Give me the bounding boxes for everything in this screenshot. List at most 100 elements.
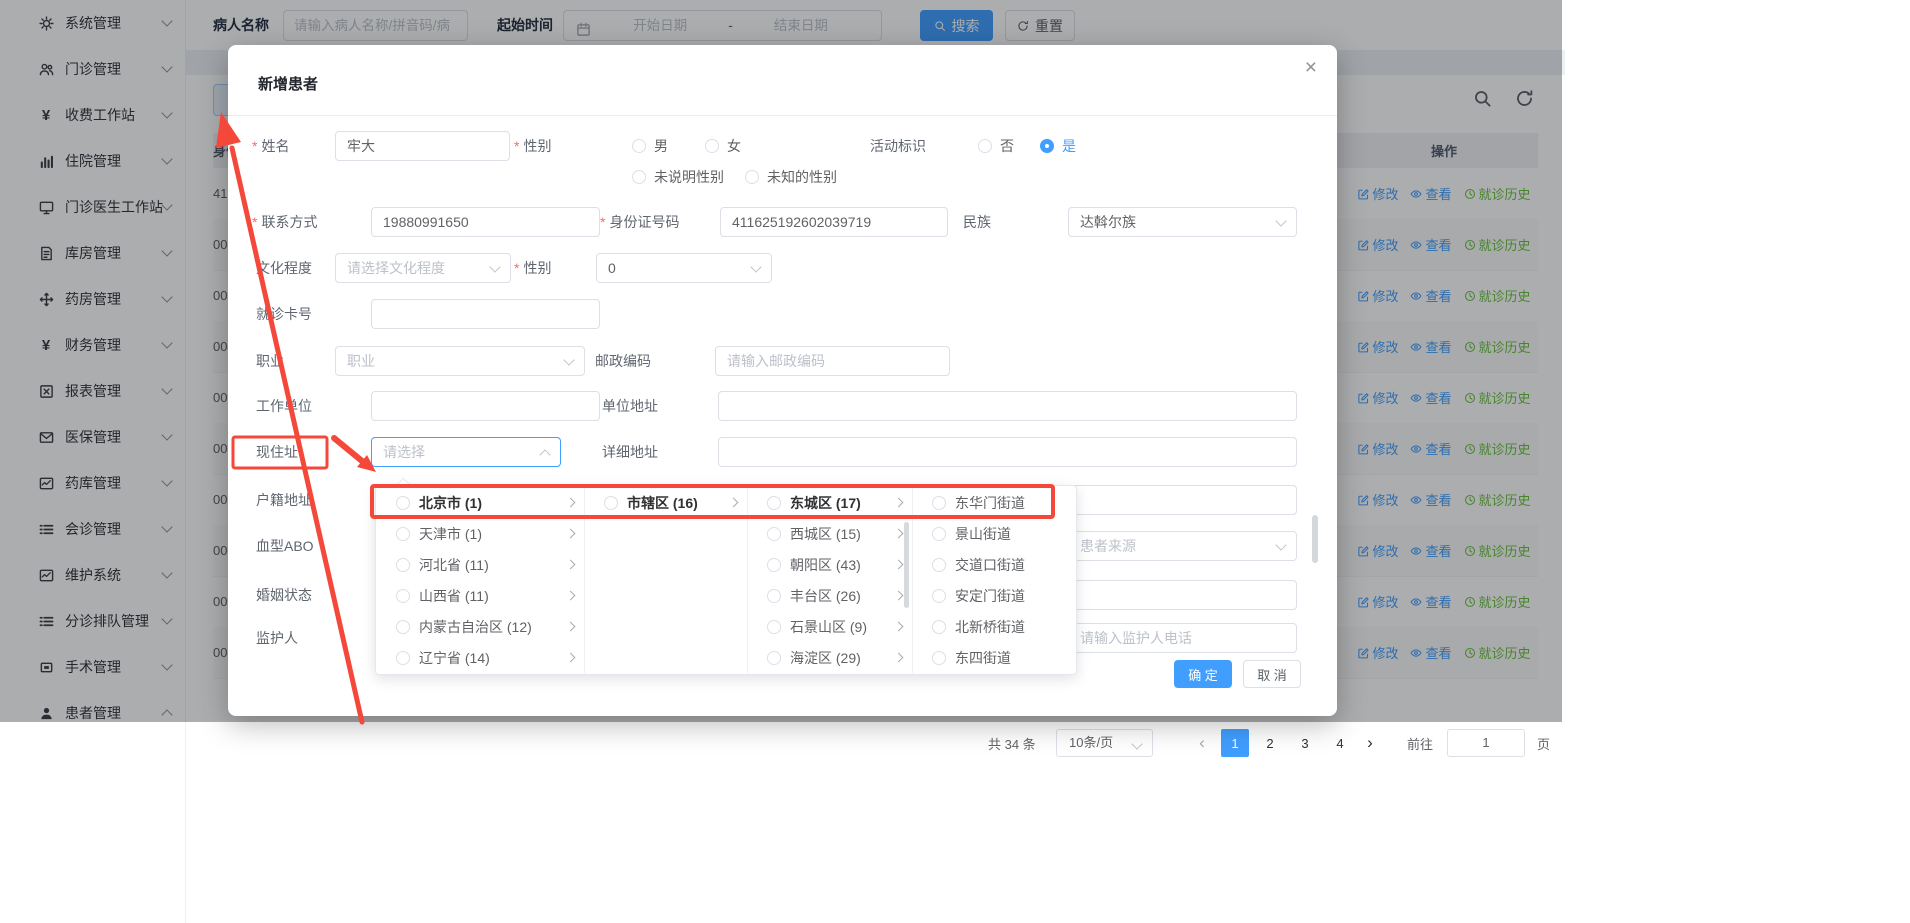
cascader-option-neimenggu[interactable]: 内蒙古自治区 (12)	[376, 611, 584, 642]
modal-title: 新增患者	[258, 73, 318, 94]
current-address-cascader[interactable]: 请选择	[371, 437, 561, 467]
patient-source-select[interactable]: 患者来源	[1068, 531, 1297, 561]
cascader-option-dongsi[interactable]: 东四街道	[912, 642, 1076, 673]
chevron-right-icon	[894, 498, 904, 508]
goto-unit: 页	[1537, 734, 1550, 753]
page-button-2[interactable]: 2	[1256, 729, 1284, 757]
address-cascader-panel: 北京市 (1) 天津市 (1) 河北省 (11) 山西省 (11) 内蒙古自治区…	[375, 485, 1077, 675]
chevron-down-icon	[1131, 738, 1142, 749]
active-flag-radio-yes[interactable]: 是	[1040, 131, 1076, 161]
gender-radio-male[interactable]: 男	[632, 131, 668, 161]
chevron-right-icon	[894, 622, 904, 632]
work-unit-label: 工作单位	[256, 391, 312, 421]
unit-address-label: 单位地址	[602, 391, 658, 421]
chevron-down-icon	[1275, 539, 1286, 550]
cascader-option-fengtai[interactable]: 丰台区 (26)	[747, 580, 912, 611]
education-label: 文化程度	[256, 253, 312, 283]
chevron-down-icon	[563, 354, 574, 365]
cascader-province-column: 北京市 (1) 天津市 (1) 河北省 (11) 山西省 (11) 内蒙古自治区…	[376, 487, 585, 673]
name-input[interactable]: 牢大	[335, 131, 510, 161]
cascader-option-chaoyang[interactable]: 朝阳区 (43)	[747, 549, 912, 580]
cascader-option-hebei[interactable]: 河北省 (11)	[376, 549, 584, 580]
guardian-label: 监护人	[256, 623, 298, 653]
gender-code-label: *性别	[514, 253, 551, 283]
cascader-district-column: 东城区 (17) 西城区 (15) 朝阳区 (43) 丰台区 (26) 石景山区…	[747, 487, 913, 673]
cascader-option-beijing[interactable]: 北京市 (1)	[376, 487, 584, 518]
name-label: *姓名	[252, 131, 289, 161]
marital-status-label: 婚姻状态	[256, 580, 312, 610]
id-number-label: *身份证号码	[600, 207, 679, 237]
add-patient-modal: 新增患者 × *姓名 牢大 *性别 男 女 活动标识 否 是 未说明性别 未知的…	[228, 45, 1337, 716]
chevron-right-icon	[566, 653, 576, 663]
household-address-label: 户籍地址	[256, 485, 312, 515]
chevron-down-icon	[489, 261, 500, 272]
chevron-right-icon	[566, 560, 576, 570]
cascader-option-xicheng[interactable]: 西城区 (15)	[747, 518, 912, 549]
detail-address-label: 详细地址	[602, 437, 658, 467]
guardian-phone-input[interactable]: 请输入监护人电话	[1068, 623, 1297, 653]
page-button-4[interactable]: 4	[1326, 729, 1354, 757]
confirm-button[interactable]: 确 定	[1174, 660, 1232, 688]
contact-input[interactable]: 19880991650	[371, 207, 600, 237]
occupation-select[interactable]: 职业	[335, 346, 585, 376]
gender-radio-unknown[interactable]: 未知的性别	[745, 162, 837, 192]
chevron-right-icon	[729, 498, 739, 508]
page-button-3[interactable]: 3	[1291, 729, 1319, 757]
cascader-option-jiaodaokou[interactable]: 交道口街道	[912, 549, 1076, 580]
cascader-option-jingshan[interactable]: 景山街道	[912, 518, 1076, 549]
cascader-option-donghuamen[interactable]: 东华门街道	[912, 487, 1076, 518]
prev-page-button[interactable]: ‹	[1190, 729, 1214, 757]
modal-scrollbar[interactable]	[1312, 515, 1318, 563]
postcode-label: 邮政编码	[595, 346, 651, 376]
blood-abo-label: 血型ABO	[256, 531, 314, 561]
gender-radio-unstated[interactable]: 未说明性别	[632, 162, 724, 192]
cascader-option-andingmen[interactable]: 安定门街道	[912, 580, 1076, 611]
chevron-right-icon	[894, 591, 904, 601]
gender-code-select[interactable]: 0	[596, 253, 772, 283]
cascader-street-column: 东华门街道 景山街道 交道口街道 安定门街道 北新桥街道 东四街道	[912, 487, 1076, 673]
pagination-total: 共 34 条	[988, 734, 1036, 753]
goto-label: 前往	[1407, 734, 1433, 753]
cascader-option-dongcheng[interactable]: 东城区 (17)	[747, 487, 912, 518]
ethnicity-select[interactable]: 达斡尔族	[1068, 207, 1297, 237]
contact-label: *联系方式	[252, 207, 317, 237]
chevron-right-icon	[566, 529, 576, 539]
chevron-down-icon	[1275, 215, 1286, 226]
next-page-button[interactable]: ›	[1358, 729, 1382, 757]
current-address-label: 现住址	[256, 437, 298, 467]
active-flag-label: 活动标识	[870, 131, 926, 161]
cascader-option-shanxi[interactable]: 山西省 (11)	[376, 580, 584, 611]
gender-label: *性别	[514, 131, 551, 161]
page-button-1[interactable]: 1	[1221, 729, 1249, 757]
chevron-right-icon	[566, 591, 576, 601]
education-select[interactable]: 请选择文化程度	[335, 253, 511, 283]
cancel-button[interactable]: 取 消	[1243, 660, 1301, 688]
id-number-input[interactable]: 411625192602039719	[720, 207, 948, 237]
cascader-city-column: 市辖区 (16)	[584, 487, 748, 673]
unit-address-input[interactable]	[718, 391, 1297, 421]
goto-page-input[interactable]: 1	[1447, 729, 1525, 757]
close-icon[interactable]: ×	[1305, 57, 1317, 78]
gender-radio-female[interactable]: 女	[705, 131, 741, 161]
work-unit-input[interactable]	[371, 391, 600, 421]
cascader-option-shixiaqu[interactable]: 市辖区 (16)	[584, 487, 747, 518]
detail-address-input[interactable]	[718, 437, 1297, 467]
cascader-option-shijingshan[interactable]: 石景山区 (9)	[747, 611, 912, 642]
app-window: 系统管理 门诊管理 ¥收费工作站 住院管理 门诊医生工作站 库房管理 药房管理 …	[0, 0, 1910, 923]
chevron-right-icon	[894, 529, 904, 539]
occupation-label: 职业	[256, 346, 284, 376]
modal-divider	[228, 115, 1337, 116]
visit-card-label: 就诊卡号	[256, 299, 312, 329]
ethnicity-label: 民族	[963, 207, 991, 237]
postcode-input[interactable]: 请输入邮政编码	[715, 346, 950, 376]
chevron-right-icon	[894, 653, 904, 663]
cascader-option-beixinqiao[interactable]: 北新桥街道	[912, 611, 1076, 642]
cascader-option-haidian[interactable]: 海淀区 (29)	[747, 642, 912, 673]
chevron-right-icon	[566, 622, 576, 632]
page-size-select[interactable]: 10条/页	[1056, 729, 1153, 757]
cascader-option-tianjin[interactable]: 天津市 (1)	[376, 518, 584, 549]
visit-card-input[interactable]	[371, 299, 600, 329]
cascader-scrollbar[interactable]	[904, 522, 909, 608]
cascader-option-liaoning[interactable]: 辽宁省 (14)	[376, 642, 584, 673]
active-flag-radio-no[interactable]: 否	[978, 131, 1014, 161]
